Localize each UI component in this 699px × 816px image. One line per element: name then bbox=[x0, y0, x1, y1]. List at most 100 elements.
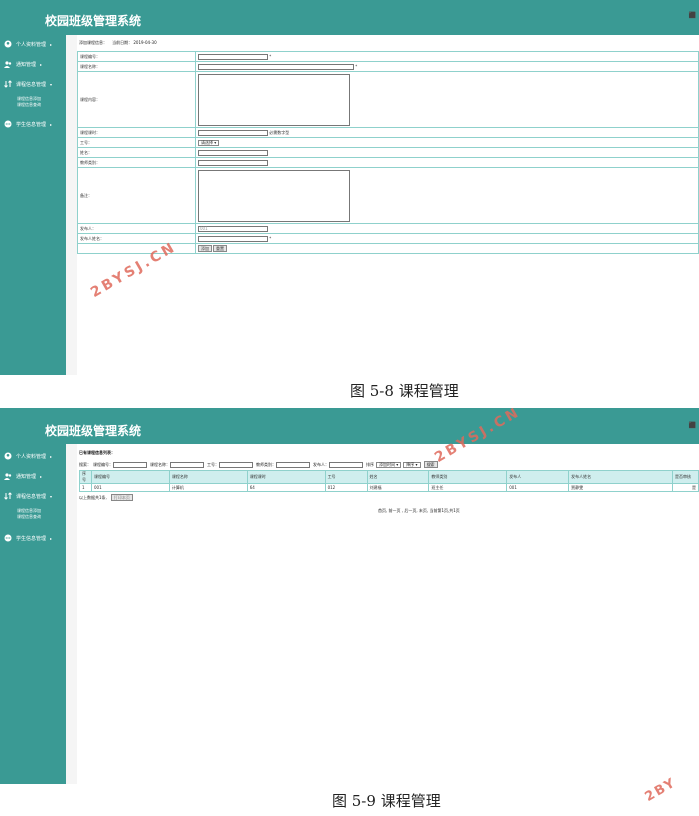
cell-course-name: 计算机 bbox=[168, 483, 248, 492]
teacher-type-input[interactable] bbox=[198, 159, 268, 166]
more-icon bbox=[4, 120, 12, 128]
cell-remark bbox=[195, 167, 699, 224]
cell-hours: 必需数字型 bbox=[195, 127, 699, 138]
course-table: 序号 课程编号 课程名称 课程课时 工号 姓名 教师类别 发布人 发布人姓名 是… bbox=[79, 470, 699, 492]
form-row-teacher-name: 姓名： bbox=[77, 147, 699, 158]
menu-item-notice[interactable]: 通知管理 ▸ bbox=[4, 472, 42, 480]
current-date: 2019-04-30 bbox=[133, 40, 157, 45]
course-hours-input[interactable] bbox=[198, 129, 268, 136]
label-publisher-name: 发布人姓名： bbox=[77, 233, 196, 244]
worker-id-select[interactable]: 请选择 ▾ bbox=[198, 139, 220, 146]
cell-teacher-name: 刘建福 bbox=[366, 483, 430, 492]
sort-label: 排序 bbox=[366, 461, 374, 467]
publisher-value: 001 bbox=[200, 225, 208, 231]
caret-icon: ▸ bbox=[40, 61, 43, 67]
content-panel bbox=[77, 444, 699, 784]
search-button[interactable]: 搜索 bbox=[423, 461, 438, 468]
logout-icon[interactable]: ⬛ bbox=[689, 12, 696, 19]
caret-icon: ▸ bbox=[50, 453, 53, 459]
form-row-remark: 备注： bbox=[77, 167, 699, 224]
search-worker-input[interactable] bbox=[219, 461, 253, 468]
search-code-input[interactable] bbox=[113, 461, 147, 468]
form-row-hours: 课程课时： 必需数字型 bbox=[77, 127, 699, 138]
caret-icon: ▸ bbox=[50, 121, 53, 127]
cell-code: * bbox=[195, 51, 699, 62]
search-publisher-input[interactable] bbox=[329, 461, 363, 468]
course-content-textarea[interactable] bbox=[198, 73, 350, 126]
cell-content bbox=[195, 71, 699, 128]
pagination[interactable]: 首页, 前一页 , 后一页, 末页, 当前第1页,共1页 bbox=[378, 508, 460, 514]
course-name-input[interactable] bbox=[198, 63, 354, 70]
sort-field-select[interactable]: 添加时间 ▾ bbox=[376, 461, 402, 468]
cell-teacher-type: 班主任 bbox=[428, 483, 508, 492]
user-circle-icon bbox=[4, 40, 12, 48]
cell-teacher-name bbox=[195, 147, 699, 158]
col-header: 发布人 bbox=[506, 470, 570, 484]
search-code-label: 课程编号： bbox=[93, 461, 113, 467]
cell-publisher-name: 贾静雯 bbox=[568, 483, 673, 492]
col-header: 工号 bbox=[324, 470, 368, 484]
label-code: 课程编号： bbox=[77, 51, 196, 62]
search-bar: 搜索： 课程编号： 课程名称： 工号： 教师类别： 发布人： 排序 添加时间 ▾… bbox=[79, 461, 439, 468]
required-mark: * bbox=[269, 53, 272, 59]
reset-button[interactable]: 重置 bbox=[213, 245, 227, 252]
teacher-name-input[interactable] bbox=[198, 149, 268, 156]
table-row[interactable]: 1 001 计算机 64 012 刘建福 班主任 001 贾静雯 是 bbox=[79, 483, 699, 492]
logout-icon[interactable]: ⬛ bbox=[689, 422, 696, 429]
cell-publisher: 001 bbox=[506, 483, 570, 492]
remark-textarea[interactable] bbox=[198, 169, 350, 222]
menu-item-student[interactable]: 学生信息管理 ▸ bbox=[4, 534, 52, 542]
search-type-input[interactable] bbox=[276, 461, 310, 468]
list-heading: 已有课程信息列表： bbox=[79, 450, 115, 455]
menu-item-notice[interactable]: 通知管理 ▸ bbox=[4, 60, 42, 68]
label-name: 课程名称： bbox=[77, 61, 196, 72]
top-bar: 校园班级管理系统 ⬛ bbox=[0, 408, 699, 444]
caret-icon: ▸ bbox=[40, 473, 43, 479]
sidebar: 个人资料管理 ▸ 通知管理 ▸ 课程信息管理 ▾ 课程信息添加 课程信息查询 学生信息… bbox=[0, 35, 66, 375]
menu-item-profile[interactable]: 个人资料管理 ▸ bbox=[4, 452, 52, 460]
screenshot-add-course: 校园班级管理系统 ⬛ 个人资料管理 ▸ 通知管理 ▸ 课程信息管理 ▾ 课程信息添加 … bbox=[0, 0, 699, 375]
publisher-input[interactable]: 001 bbox=[198, 225, 268, 232]
cell-publisher-name: * bbox=[195, 233, 699, 244]
menu-label-course: 课程信息管理 bbox=[16, 81, 47, 88]
search-worker-label: 工号： bbox=[207, 461, 219, 467]
sort-order-select[interactable]: 降序 ▾ bbox=[403, 461, 421, 468]
menu-label-notice: 通知管理 bbox=[16, 61, 37, 68]
more-icon bbox=[4, 534, 12, 542]
add-button[interactable]: 添加 bbox=[198, 245, 212, 252]
label-remark: 备注： bbox=[77, 167, 196, 224]
cell-publisher: 001 bbox=[195, 223, 699, 234]
total-count: 以上数据共1条, bbox=[79, 494, 107, 500]
form-row-code: 课程编号： * bbox=[77, 51, 699, 62]
menu-item-profile[interactable]: 个人资料管理 ▸ bbox=[4, 40, 52, 48]
form-row-worker: 工号： 请选择 ▾ bbox=[77, 137, 699, 148]
label-teacher-name: 姓名： bbox=[77, 147, 196, 158]
col-header: 序号 bbox=[79, 470, 92, 484]
app-title: 校园班级管理系统 bbox=[45, 14, 142, 28]
menu-item-course[interactable]: 课程信息管理 ▾ bbox=[4, 80, 52, 88]
sidebar: 个人资料管理 ▸ 通知管理 ▸ 课程信息管理 ▾ 课程信息添加 课程信息查询 学生信息… bbox=[0, 444, 66, 784]
label-content: 课程内容： bbox=[77, 71, 196, 128]
search-name-input[interactable] bbox=[170, 461, 204, 468]
col-header: 发布人姓名 bbox=[568, 470, 673, 484]
required-mark: * bbox=[355, 63, 358, 69]
col-header: 教师类别 bbox=[428, 470, 508, 484]
print-button[interactable]: 打印本页 bbox=[110, 494, 133, 501]
col-header: 是否审核 bbox=[671, 470, 699, 484]
menu-label-notice: 通知管理 bbox=[16, 473, 37, 480]
label-publisher: 发布人： bbox=[77, 223, 196, 234]
submenu-course-query[interactable]: 课程信息查询 bbox=[17, 102, 41, 108]
cell-reviewed: 是 bbox=[671, 483, 699, 492]
menu-item-course[interactable]: 课程信息管理 ▾ bbox=[4, 492, 52, 500]
menu-label-profile: 个人资料管理 bbox=[16, 41, 47, 48]
add-course-form: 课程编号： * 课程名称： * 课程内容： 课程课时： 必需数字型 工号： 请选… bbox=[77, 51, 699, 254]
menu-label-course: 课程信息管理 bbox=[16, 493, 47, 500]
user-circle-icon bbox=[4, 452, 12, 460]
course-code-input[interactable] bbox=[198, 53, 268, 60]
submenu-course-query[interactable]: 课程信息查询 bbox=[17, 514, 41, 520]
caret-icon: ▾ bbox=[50, 81, 53, 87]
col-header: 姓名 bbox=[366, 470, 430, 484]
publisher-name-input[interactable] bbox=[198, 235, 268, 242]
caret-icon: ▸ bbox=[50, 41, 53, 47]
menu-item-student[interactable]: 学生信息管理 ▸ bbox=[4, 120, 52, 128]
